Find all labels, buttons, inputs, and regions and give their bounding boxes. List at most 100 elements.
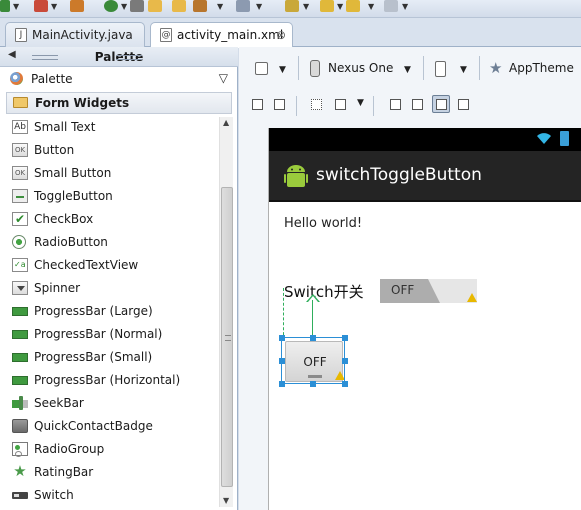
forward-icon[interactable] [346, 0, 360, 12]
progressbar-icon [12, 330, 28, 339]
dropdown-arrow-icon[interactable]: ▼ [303, 2, 309, 11]
chevron-down-icon[interactable]: ▽ [219, 71, 228, 85]
back-icon[interactable] [320, 0, 334, 12]
checked-text-view-icon: ✓a [12, 258, 28, 272]
layout-toolbar: ▼ [239, 92, 581, 120]
switch-label[interactable]: Switch开关 [284, 281, 364, 302]
palette-item-checked-text-view[interactable]: ✓a CheckedTextView [6, 254, 218, 277]
navigate-icon[interactable] [384, 0, 398, 12]
device-selector[interactable]: Nexus One [328, 61, 393, 75]
glyph [458, 99, 469, 110]
tab-main-activity[interactable]: J MainActivity.java [5, 22, 145, 47]
dropdown-arrow-icon[interactable]: ▼ [256, 2, 262, 11]
tab-activity-main[interactable]: @ activity_main.xml ⊗ [150, 22, 293, 48]
dropdown-arrow-icon[interactable]: ▼ [337, 2, 343, 11]
star-icon: ★ [489, 59, 503, 77]
dropdown-arrow-icon[interactable]: ▼ [368, 2, 374, 11]
palette-item-label: Small Button [34, 166, 112, 180]
dropdown-arrow-icon[interactable]: ▼ [460, 65, 467, 75]
palette-item-checkbox[interactable]: ✔ CheckBox [6, 208, 218, 231]
separator [373, 96, 374, 116]
new-layout-icon[interactable] [255, 62, 268, 75]
brush-icon[interactable] [193, 0, 207, 12]
zoom-icon[interactable] [331, 95, 349, 113]
palette-item-rating-bar[interactable]: ★ RatingBar [6, 461, 218, 484]
fill-height-icon[interactable] [270, 95, 288, 113]
dropdown-arrow-icon[interactable]: ▼ [217, 2, 223, 11]
palette-item-button[interactable]: OK Button [6, 139, 218, 162]
resize-handle[interactable] [342, 335, 348, 341]
dropdown-arrow-icon[interactable]: ▼ [402, 2, 408, 11]
folder-icon[interactable] [172, 0, 186, 12]
horizontal-layout-icon[interactable] [454, 95, 472, 113]
resize-handle[interactable] [342, 358, 348, 364]
annotation-icon[interactable] [285, 0, 299, 12]
close-icon[interactable]: ⊗ [276, 23, 286, 47]
dropdown-arrow-icon[interactable]: ▼ [357, 98, 364, 108]
palette-item-seekbar[interactable]: SeekBar [6, 392, 218, 415]
glyph [335, 99, 346, 110]
tool-icon[interactable] [70, 0, 84, 12]
resize-handle[interactable] [279, 381, 285, 387]
scroll-up-icon[interactable]: ▲ [223, 118, 229, 127]
palette-item-small-button[interactable]: OK Small Button [6, 162, 218, 185]
vertical-layout-icon[interactable] [432, 95, 450, 113]
switch-widget[interactable]: OFF [380, 279, 477, 303]
palette-item-quick-contact-badge[interactable]: QuickContactBadge [6, 415, 218, 438]
resize-handle[interactable] [279, 335, 285, 341]
theme-selector[interactable]: AppTheme [509, 61, 574, 75]
resize-handle[interactable] [342, 381, 348, 387]
scroll-down-icon[interactable]: ▼ [223, 496, 229, 505]
palette-item-radio-button[interactable]: RadioButton [6, 231, 218, 254]
center-icon[interactable] [408, 95, 426, 113]
drag-grip-icon[interactable] [116, 55, 142, 60]
debug-icon[interactable] [34, 0, 48, 12]
text-icon: Ab [12, 120, 28, 134]
dropdown-arrow-icon[interactable]: ▼ [404, 65, 411, 75]
glyph [274, 99, 285, 110]
hello-textview[interactable]: Hello world! [284, 216, 362, 231]
grid-icon[interactable] [307, 95, 325, 113]
palette-item-spinner[interactable]: Spinner [6, 277, 218, 300]
dropdown-arrow-icon[interactable]: ▼ [13, 2, 19, 11]
baseline-icon[interactable] [386, 95, 404, 113]
palette-panel: ◀ Palette Palette ▽ Form Widgets Ab Smal… [0, 47, 238, 510]
settings-icon[interactable] [130, 0, 144, 12]
run-icon[interactable] [0, 0, 10, 12]
dropdown-arrow-icon[interactable]: ▼ [279, 65, 286, 75]
open-folder-icon[interactable] [148, 0, 162, 12]
search-icon[interactable] [236, 0, 250, 12]
category-form-widgets[interactable]: Form Widgets [6, 92, 232, 114]
palette-scrollbar[interactable]: ▲ ▼ [219, 117, 233, 507]
orientation-icon[interactable] [435, 61, 446, 77]
progressbar-icon [12, 307, 28, 316]
palette-item-label: CheckBox [34, 212, 94, 226]
switch-icon [12, 492, 28, 499]
palette-icon [10, 72, 23, 85]
dropdown-arrow-icon[interactable]: ▼ [121, 2, 127, 11]
toggle-button-icon [12, 189, 28, 203]
android-logo-icon [284, 165, 308, 187]
resize-handle[interactable] [310, 335, 316, 341]
scrollbar-thumb[interactable] [221, 187, 233, 487]
palette-item-progressbar-horizontal[interactable]: ProgressBar (Horizontal) [6, 369, 218, 392]
palette-item-progressbar-small[interactable]: ProgressBar (Small) [6, 346, 218, 369]
palette-item-radio-group[interactable]: RadioGroup [6, 438, 218, 461]
palette-item-progressbar-large[interactable]: ProgressBar (Large) [6, 300, 218, 323]
device-preview[interactable]: switchToggleButton Hello world! Switch开关… [268, 128, 581, 510]
palette-item-toggle-button[interactable]: ToggleButton [6, 185, 218, 208]
resize-handle[interactable] [310, 381, 316, 387]
palette-item-switch[interactable]: Switch [6, 484, 218, 507]
refresh-icon[interactable] [104, 0, 118, 12]
resize-handle[interactable] [279, 358, 285, 364]
palette-item-label: RadioGroup [34, 442, 105, 456]
palette-item-small-text[interactable]: Ab Small Text [6, 116, 218, 139]
palette-item-label: Spinner [34, 281, 81, 295]
palette-selector[interactable]: Palette ▽ [6, 69, 232, 89]
fill-width-icon[interactable] [248, 95, 266, 113]
device-phone-icon[interactable] [310, 60, 320, 77]
palette-item-label: ProgressBar (Small) [34, 350, 153, 364]
palette-item-progressbar-normal[interactable]: ProgressBar (Normal) [6, 323, 218, 346]
dropdown-arrow-icon[interactable]: ▼ [51, 2, 57, 11]
quick-contact-badge-icon [12, 419, 28, 433]
